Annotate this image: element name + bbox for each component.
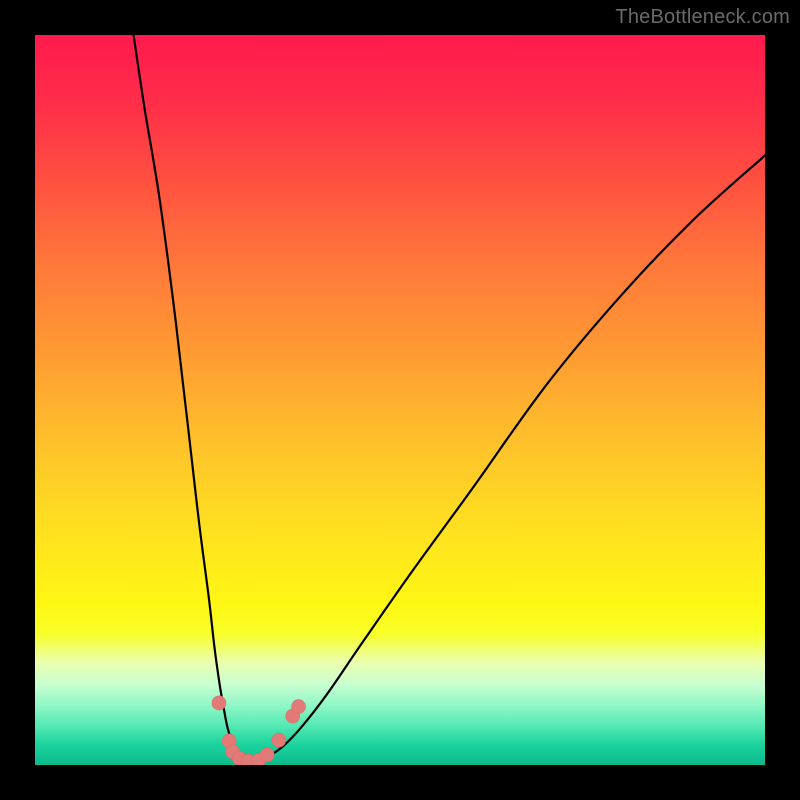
data-point — [272, 733, 286, 747]
bottleneck-curve — [35, 35, 765, 765]
chart-frame: TheBottleneck.com — [0, 0, 800, 800]
data-point — [260, 748, 274, 762]
data-point — [292, 700, 306, 714]
scatter-dots — [212, 696, 306, 765]
data-point — [212, 696, 226, 710]
watermark-text: TheBottleneck.com — [615, 6, 790, 29]
curve-lines — [134, 35, 765, 763]
plot-area — [35, 35, 765, 765]
